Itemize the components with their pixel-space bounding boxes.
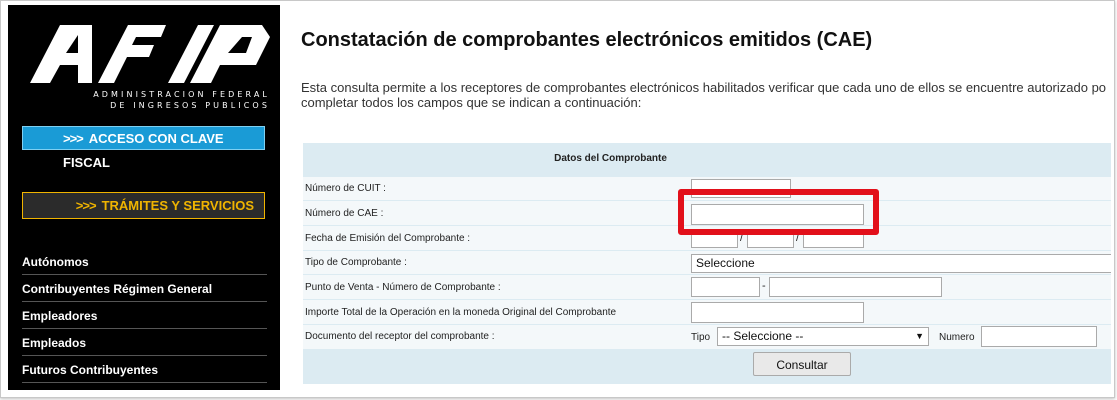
tipo-comprobante-label: Tipo de Comprobante : — [305, 257, 407, 268]
tipo-comprobante-select[interactable]: Seleccione — [691, 254, 1111, 273]
logo-subtitle-line1: ADMINISTRACION FEDERAL — [93, 90, 270, 99]
punto-venta-input[interactable] — [691, 277, 760, 297]
tramites-servicios-label: TRÁMITES Y SERVICIOS — [101, 198, 254, 213]
doc-tipo-select[interactable]: -- Seleccione -- ▼ — [717, 327, 929, 346]
cae-label: Número de CAE : — [305, 208, 384, 219]
intro-text: Esta consulta permite a los receptores d… — [301, 80, 1111, 110]
doc-numero-input[interactable] — [981, 326, 1097, 347]
punto-venta-label: Punto de Venta - Número de Comprobante : — [305, 282, 501, 293]
pv-separator: - — [762, 280, 766, 292]
sidebar-item-empleadores[interactable]: Empleadores — [22, 303, 267, 329]
highlight-box — [678, 189, 879, 235]
afip-logo[interactable]: ADMINISTRACION FEDERAL DE INGRESOS PUBLI… — [30, 23, 270, 113]
tipo-comprobante-value: Seleccione — [696, 256, 755, 270]
page-title: Constatación de comprobantes electrónico… — [301, 29, 873, 51]
doc-numero-label: Numero — [939, 332, 975, 343]
arrow-icon: >>> — [63, 131, 84, 146]
afip-logo-mark — [30, 25, 270, 83]
clave-fiscal-button[interactable]: >>> ACCESO CON CLAVE FISCAL — [22, 126, 265, 170]
intro-line-2: completar todos los campos que se indica… — [301, 95, 642, 110]
fecha-label: Fecha de Emisión del Comprobante : — [305, 233, 471, 244]
sidebar-nav: Autónomos Contribuyentes Régimen General… — [22, 249, 267, 384]
intro-line-1: Esta consulta permite a los receptores d… — [301, 80, 1107, 95]
sidebar-item-futuros-contribuyentes[interactable]: Futuros Contribuyentes — [22, 357, 267, 383]
doc-tipo-value: -- Seleccione -- — [722, 329, 804, 343]
sidebar-item-empleados[interactable]: Empleados — [22, 330, 267, 356]
row-documento: Documento del receptor del comprobante :… — [303, 324, 1111, 349]
dropdown-caret-icon: ▼ — [915, 331, 924, 341]
numero-comprobante-input[interactable] — [769, 277, 942, 297]
row-importe: Importe Total de la Operación en la mone… — [303, 299, 1111, 324]
row-tipo-comprobante: Tipo de Comprobante : Seleccione — [303, 250, 1111, 274]
documento-label: Documento del receptor del comprobante : — [305, 331, 495, 342]
arrow-icon: >>> — [75, 198, 97, 213]
form-header: Datos del Comprobante — [554, 153, 667, 164]
row-punto-venta: Punto de Venta - Número de Comprobante :… — [303, 274, 1111, 299]
doc-tipo-label: Tipo — [691, 332, 711, 343]
importe-label: Importe Total de la Operación en la mone… — [305, 307, 617, 318]
cae-form: Datos del Comprobante Número de CUIT : N… — [303, 143, 1111, 384]
clave-fiscal-label: ACCESO CON CLAVE FISCAL — [63, 131, 224, 170]
importe-input[interactable] — [691, 302, 864, 323]
tramites-servicios-button[interactable]: >>> TRÁMITES Y SERVICIOS — [22, 192, 265, 219]
consultar-button[interactable]: Consultar — [753, 352, 851, 376]
sidebar-item-autonomos[interactable]: Autónomos — [22, 249, 267, 275]
cuit-label: Número de CUIT : — [305, 183, 386, 194]
sidebar: ADMINISTRACION FEDERAL DE INGRESOS PUBLI… — [8, 5, 280, 390]
logo-subtitle-line2: DE INGRESOS PUBLICOS — [110, 101, 270, 110]
sidebar-item-regimen-general[interactable]: Contribuyentes Régimen General — [22, 276, 267, 302]
